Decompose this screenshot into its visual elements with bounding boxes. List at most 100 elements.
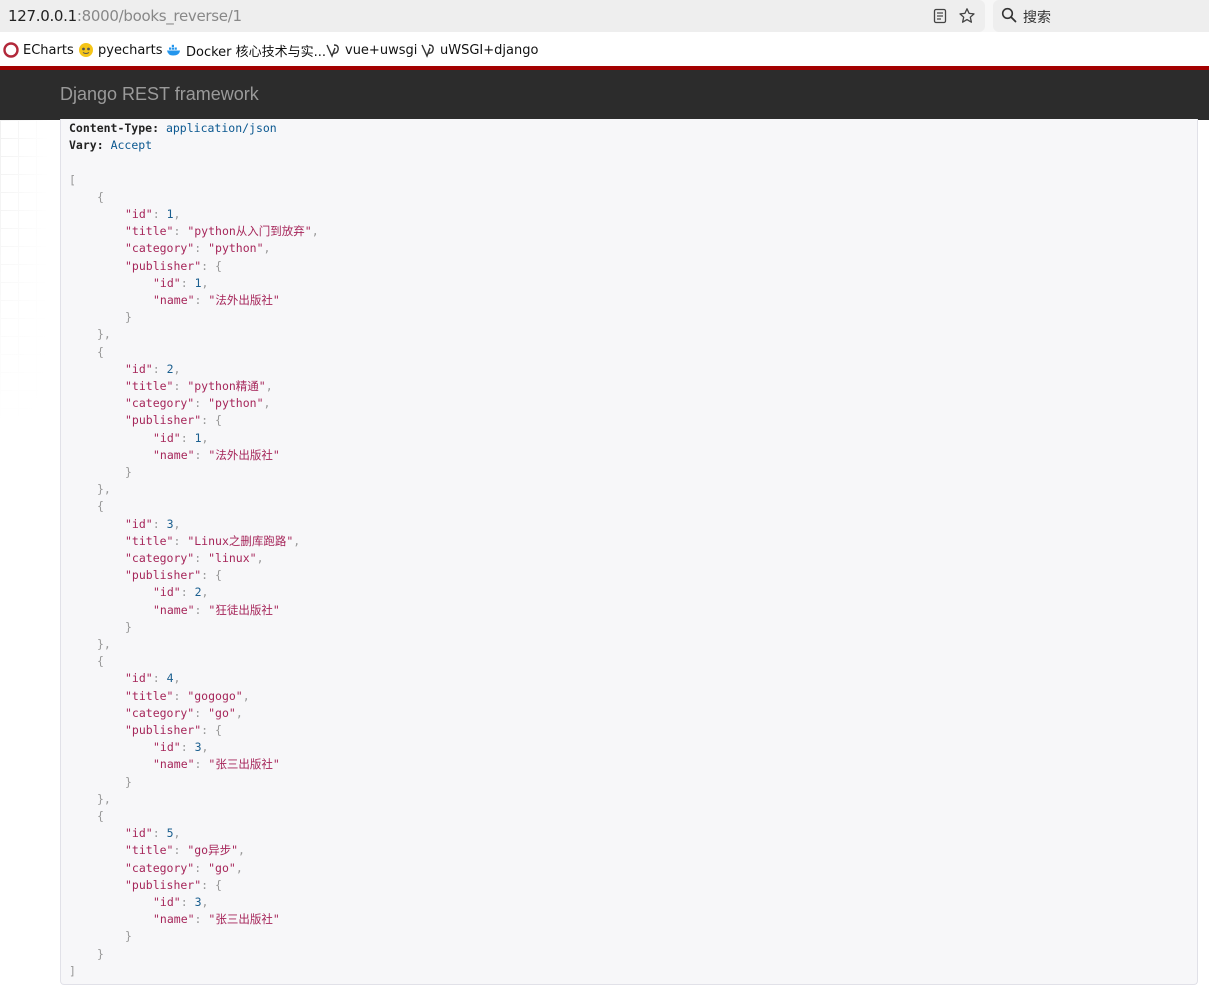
json-punctuation: , — [173, 671, 181, 686]
json-line: "id": 5, — [125, 825, 180, 842]
json-line: "title": "python精通", — [125, 378, 273, 395]
json-string: "张三出版社" — [208, 912, 280, 927]
bookmark-label: vue+uwsgi — [345, 42, 418, 58]
json-punctuation: : — [194, 447, 209, 462]
json-key: "publisher" — [125, 413, 202, 428]
json-string: "go异步" — [187, 843, 239, 858]
json-punctuation: , — [311, 224, 319, 239]
json-line: "id": 3, — [153, 739, 208, 756]
json-punctuation: : — [194, 293, 209, 307]
json-punctuation: , — [256, 551, 264, 565]
json-string: "go" — [208, 860, 236, 875]
json-key: "id" — [153, 275, 181, 290]
bookmark-uwsgi-django[interactable]: uWSGI+django — [420, 41, 538, 59]
json-key: "title" — [125, 688, 174, 703]
json-punctuation: , — [263, 241, 271, 256]
reader-view-icon[interactable] — [930, 6, 950, 26]
json-line: }, — [97, 481, 111, 498]
json-punctuation: , — [173, 826, 181, 841]
json-punctuation: { — [97, 809, 104, 823]
json-key: "id" — [125, 516, 153, 531]
json-punctuation: , — [201, 275, 209, 290]
json-line: "category": "python", — [125, 395, 270, 412]
address-bar[interactable]: 127.0.0.1:8000/books_reverse/1 — [0, 0, 985, 32]
json-key: "category" — [125, 860, 195, 875]
json-key: "name" — [153, 912, 195, 927]
url-host: 127.0.0.1 — [8, 7, 77, 25]
json-punctuation: { — [97, 654, 104, 669]
json-key: "category" — [125, 396, 195, 411]
bookmark-label: ECharts — [23, 42, 74, 58]
json-number: 5 — [166, 826, 174, 841]
json-line: "category": "linux", — [125, 550, 264, 567]
json-punctuation: : — [180, 585, 195, 600]
url-path: :8000/books_reverse/1 — [76, 7, 242, 25]
search-icon — [1001, 7, 1019, 25]
json-string: "linux" — [208, 551, 257, 565]
json-number: 1 — [194, 275, 202, 290]
header-name: Content-Type: — [69, 121, 160, 135]
json-punctuation: : — [194, 912, 209, 927]
bookmark-docker[interactable]: Docker 核心技术与实... — [166, 41, 326, 60]
json-string: "python从入门到放弃" — [187, 224, 312, 239]
json-line: [ — [69, 172, 76, 189]
bookmark-pyecharts[interactable]: pyecharts — [78, 41, 163, 59]
json-line: { — [97, 498, 104, 515]
json-punctuation: : { — [201, 568, 222, 583]
json-key: "category" — [125, 705, 195, 720]
json-key: "publisher" — [125, 258, 202, 273]
json-punctuation: , — [201, 895, 209, 909]
json-punctuation: : — [194, 705, 209, 720]
json-punctuation: }, — [97, 791, 111, 806]
json-punctuation: } — [125, 310, 132, 325]
star-icon[interactable] — [957, 6, 977, 26]
json-punctuation: : — [173, 533, 188, 548]
json-number: 2 — [166, 361, 174, 376]
json-string: "gogogo" — [187, 688, 243, 703]
json-line: "id": 4, — [125, 670, 180, 687]
bookmark-echarts[interactable]: ECharts — [3, 41, 74, 59]
json-line: "name": "狂徒出版社" — [153, 602, 280, 619]
json-punctuation: , — [173, 516, 181, 531]
json-punctuation: , — [235, 705, 243, 720]
json-punctuation: : — [152, 516, 167, 531]
json-number: 3 — [194, 895, 202, 909]
json-punctuation: , — [173, 361, 181, 376]
brand-link[interactable]: Django REST framework — [60, 84, 259, 105]
json-punctuation: } — [125, 774, 132, 789]
json-punctuation: , — [238, 843, 245, 858]
json-line: "publisher": { — [125, 567, 222, 584]
json-key: "name" — [153, 602, 195, 617]
json-key: "id" — [125, 361, 153, 376]
json-punctuation: : { — [201, 723, 222, 737]
json-punctuation: }, — [97, 327, 111, 342]
bookmark-vue-uwsgi[interactable]: vue+uwsgi — [325, 41, 417, 59]
json-line: "id": 1, — [153, 430, 208, 447]
json-line: "category": "go", — [125, 705, 243, 722]
json-line: "publisher": { — [125, 258, 222, 275]
json-punctuation: : — [180, 740, 195, 755]
search-box[interactable]: 搜索 — [993, 0, 1209, 32]
uwsgi-icon — [325, 42, 341, 58]
json-key: "name" — [153, 757, 195, 772]
json-key: "category" — [125, 551, 195, 565]
json-number: 1 — [166, 207, 174, 221]
json-line: "title": "gogogo", — [125, 688, 250, 705]
browser-toolbar: 127.0.0.1:8000/books_reverse/1 搜索 — [0, 0, 1209, 32]
json-string: "go" — [208, 705, 236, 720]
json-line: }, — [97, 636, 111, 653]
url-text[interactable]: 127.0.0.1:8000/books_reverse/1 — [8, 7, 242, 25]
json-line: }, — [97, 326, 111, 343]
json-punctuation: : — [194, 860, 209, 875]
json-line: "category": "python", — [125, 240, 270, 257]
json-line: }, — [97, 791, 111, 808]
search-placeholder: 搜索 — [1023, 10, 1051, 26]
json-line: } — [125, 619, 132, 636]
json-line: "id": 2, — [125, 361, 180, 378]
uwsgi-icon — [420, 42, 436, 58]
json-number: 3 — [166, 516, 174, 531]
json-number: 1 — [194, 430, 202, 445]
pyecharts-icon — [78, 42, 94, 58]
json-key: "id" — [153, 895, 181, 909]
json-key: "name" — [153, 447, 195, 462]
